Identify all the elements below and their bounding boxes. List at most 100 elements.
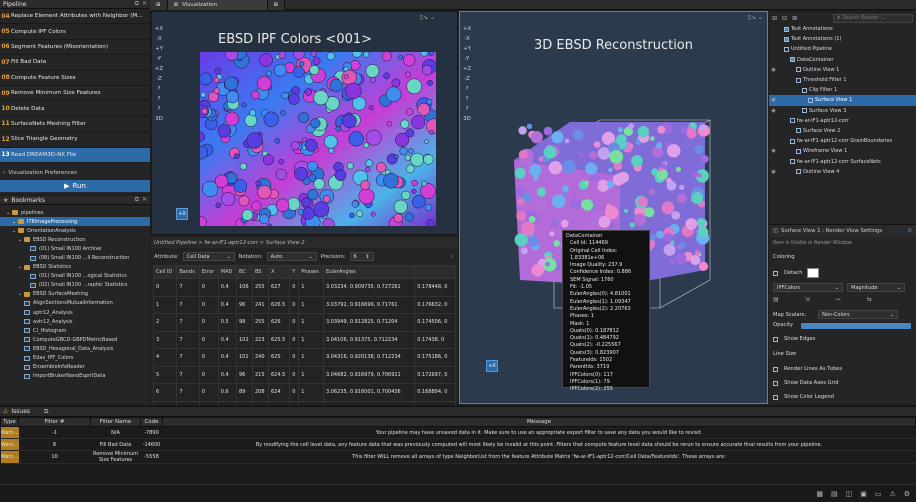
visibility-checkbox[interactable] — [808, 97, 813, 103]
bookmark-item[interactable]: ⌄ EBSD Statistics — [0, 263, 150, 272]
bookmark-item[interactable]: CI_Histogram — [0, 326, 150, 335]
view-axis-button[interactable]: +Z — [463, 66, 471, 72]
column-header[interactable]: Error — [198, 265, 219, 279]
bookmark-item[interactable]: (01) Small IN100 ...ogical Statistics — [0, 272, 150, 281]
precision-spinner[interactable]: 6 ⇕ — [349, 252, 374, 261]
solid-color-swatch[interactable] — [806, 268, 819, 278]
column-header[interactable]: Y — [289, 265, 300, 279]
issues-column-header[interactable]: Filter Name — [90, 417, 141, 427]
render-tree-item[interactable]: fw-ar-IF1-aptr12-corr SurfaceNets — [769, 156, 916, 166]
column-header[interactable]: X — [267, 265, 291, 279]
column-header[interactable]: BS — [251, 265, 269, 279]
search-input[interactable] — [842, 15, 903, 21]
notation-select[interactable]: Auto ⌄ — [266, 252, 317, 261]
show-grid-checkbox[interactable] — [773, 380, 778, 386]
pipeline-filter-item[interactable]: 09 Remove Minimum Size Features — [0, 86, 150, 102]
visualization-preferences[interactable]: › Visualization Preferences — [0, 168, 150, 178]
rescale-icon[interactable]: ⇲ — [805, 296, 810, 303]
pipeline-filter-item[interactable]: 06 Segment Features (Misorientation) — [0, 40, 150, 56]
ipf-viewport[interactable]: +X -X +Y -Y +Z -Z??? 3D EBSD IPF Colors <001> … — [151, 11, 458, 235]
run-button[interactable]: ▶ Run — [0, 180, 150, 192]
visibility-checkbox[interactable] — [790, 118, 795, 124]
pipeline-filter-item[interactable]: 13 Read DREAM3D-NX File — [0, 147, 150, 163]
download-icon[interactable]: ⇩ — [450, 254, 454, 260]
eye-icon[interactable]: ◉ — [769, 67, 778, 73]
view-axis-button[interactable]: +Z — [155, 66, 163, 72]
collapse-icon[interactable]: ⊟ — [782, 15, 787, 22]
issues-column-header[interactable]: Code — [140, 417, 163, 427]
visibility-checkbox[interactable] — [796, 128, 801, 134]
render-tree-item[interactable]: Surface View 2 — [769, 126, 916, 136]
search-box[interactable]: ⌕ — [833, 13, 913, 23]
view-axis-button[interactable]: -Z — [464, 76, 470, 82]
pipeline-filter-item[interactable]: 05 Compute IPF Colors — [0, 24, 150, 40]
attribute-select[interactable]: Cell Data ⌄ — [182, 252, 235, 261]
pipeline-filter-item[interactable]: 08 Compute Feature Sizes — [0, 71, 150, 86]
bookmarks-icon[interactable]: ▤ — [831, 490, 838, 498]
bookmark-item[interactable]: ComputeGBCD-GBPDMetricBased — [0, 335, 150, 344]
visibility-checkbox[interactable] — [802, 87, 807, 93]
view-axis-button[interactable]: +X — [463, 26, 471, 32]
issues-column-header[interactable]: Filter # — [18, 417, 91, 427]
bookmark-item[interactable]: ⌄ ITKImageProcessing — [0, 217, 150, 227]
column-header[interactable] — [414, 265, 456, 279]
visibility-checkbox[interactable] — [802, 108, 807, 114]
view-axis-button[interactable]: ? — [466, 86, 469, 92]
view-axis-button[interactable]: ? — [466, 106, 469, 112]
column-header[interactable]: BC — [235, 265, 253, 279]
filter-icon[interactable]: ⊠ — [792, 15, 797, 22]
viewport-options-icon[interactable]: ▯↘ ⌄ — [748, 14, 763, 21]
eye-icon[interactable]: ◉ — [769, 108, 778, 114]
map-scalars-select[interactable]: Non-Colors ⌄ — [818, 310, 899, 319]
visibility-checkbox[interactable] — [796, 67, 801, 73]
color-mode-select[interactable]: Magnitude ⌄ — [847, 283, 905, 292]
close-icon[interactable]: ✕ — [142, 196, 147, 204]
render-tree-item[interactable]: ◉ Outline View 1 — [769, 65, 916, 75]
issues-column-header[interactable]: Type — [0, 417, 19, 427]
view-axis-button[interactable]: ? — [158, 106, 161, 112]
issue-row[interactable]: Warn... 8 Fill Bad Data -14600 By modifying … — [0, 438, 916, 451]
show-legend-checkbox[interactable] — [773, 394, 778, 400]
bookmark-item[interactable]: EnsembleInfoReader — [0, 363, 150, 372]
invert-icon[interactable]: ⇆ — [867, 296, 872, 303]
column-header[interactable]: Bands — [176, 265, 200, 279]
bookmark-item[interactable]: EBSD_Hexagonal_Data_Analysis — [0, 344, 150, 353]
render-tree-item[interactable]: Untitled Pipeline — [769, 44, 916, 54]
gear-icon[interactable]: ⚙ — [907, 228, 912, 234]
pipeline-filter-item[interactable]: 07 Fill Bad Data — [0, 55, 150, 71]
column-header[interactable]: EulerAngles — [322, 265, 416, 279]
render-tree-item[interactable]: ◉ Wireframe View 1 — [769, 146, 916, 156]
render-tree-item[interactable]: Threshold Filter 1 — [769, 75, 916, 85]
table-row[interactable]: 4 7 0 0.4 101 240 625 0 1 3.04316, 0.920138, 0.71… — [152, 348, 456, 367]
view-axis-button[interactable]: -Y — [465, 56, 470, 62]
bookmark-item[interactable]: (08) Small IN100 ...ll Reconstruction — [0, 253, 150, 262]
render-tree-item[interactable]: Clip Filter 1 — [769, 85, 916, 95]
render-tree-item[interactable]: ◉ Outline View 4 — [769, 167, 916, 177]
issues-icon[interactable]: ⚠ — [889, 490, 895, 498]
bookmark-item[interactable]: ⌄ pipelines — [0, 208, 150, 217]
visibility-checkbox[interactable] — [784, 36, 789, 42]
eye-icon[interactable]: ◉ — [769, 169, 778, 175]
view-axis-button[interactable]: 3D — [463, 116, 471, 122]
view-axis-button[interactable]: ? — [158, 96, 161, 102]
pipeline-icon[interactable]: ▦ — [816, 490, 823, 498]
viewport-options-icon[interactable]: ▯↘ ⌄ — [420, 14, 435, 21]
float-icon[interactable]: ⧉ — [135, 196, 139, 204]
view-axis-button[interactable]: 3D — [155, 116, 163, 122]
bookmark-item[interactable]: (02) Small IN100 ...raphic Statistics — [0, 281, 150, 290]
view-axis-button[interactable]: -Z — [156, 76, 162, 82]
eye-icon[interactable]: ◉ — [769, 97, 778, 103]
visibility-checkbox[interactable] — [790, 138, 795, 144]
visibility-checkbox[interactable] — [784, 26, 789, 32]
pipeline-filter-item[interactable]: 11 SurfaceNets Meshing Filter — [0, 117, 150, 133]
table-row[interactable]: 1 7 0 0.4 96 241 626.5 0 1 3.03792, 0.916699, 0.7… — [152, 295, 456, 314]
view-axis-button[interactable]: -X — [464, 36, 469, 42]
table-row[interactable]: 2 7 0 0.5 98 255 626 0 1 3.03949, 0.912825, 0.712… — [152, 313, 456, 332]
tab-add[interactable]: ⊞ — [267, 0, 286, 10]
bookmark-item[interactable]: (01) Small IN100 Archive — [0, 244, 150, 253]
table-row[interactable]: 5 7 0 0.4 96 215 624.5 0 1 3.04682, 0.916979, 0.7… — [152, 365, 456, 384]
view-axis-button[interactable]: ? — [158, 86, 161, 92]
table-row[interactable]: 0 7 0 0.4 106 255 627 0 1 3.03234, 0.909735, 0.72… — [152, 278, 456, 297]
colormap-icon[interactable]: ▤ — [773, 296, 779, 303]
detach-checkbox[interactable] — [773, 270, 778, 276]
